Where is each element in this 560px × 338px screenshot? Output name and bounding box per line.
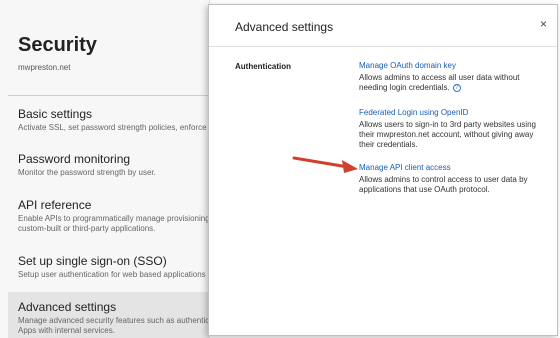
setting-desc-line: Allows admins to control access to user … — [359, 175, 528, 184]
setting-desc-line: Allows admins to access all user data wi… — [359, 73, 520, 82]
manage-api-client-access-link[interactable]: Manage API client access — [359, 163, 549, 173]
menu-item-api-reference[interactable]: API reference Enable APIs to programmati… — [8, 198, 210, 234]
menu-item-title: Set up single sign-on (SSO) — [18, 254, 167, 268]
dialog-title: Advanced settings — [235, 20, 334, 34]
section-label-authentication: Authentication — [235, 62, 291, 71]
menu-item-title: Advanced settings — [18, 300, 117, 314]
divider — [8, 95, 209, 96]
menu-item-desc: Manage advanced security features such a… — [18, 316, 210, 325]
menu-item-desc: Setup user authentication for web based … — [18, 270, 206, 279]
menu-item-advanced-settings[interactable]: Advanced settings Manage advanced securi… — [8, 292, 210, 338]
menu-item-basic-settings[interactable]: Basic settings Activate SSL, set passwor… — [8, 107, 209, 133]
red-arrow-icon — [292, 156, 358, 173]
setting-desc-line: Allows users to sign-in to 3rd party web… — [359, 120, 536, 129]
menu-item-sso[interactable]: Set up single sign-on (SSO) Setup user a… — [8, 254, 209, 280]
setting-api-client-access: Manage API client access Allows admins t… — [359, 163, 549, 195]
domain-label: mwpreston.net — [18, 63, 71, 72]
setting-desc: Allows admins to access all user data wi… — [359, 73, 549, 93]
menu-item-password-monitoring[interactable]: Password monitoring Monitor the password… — [8, 152, 209, 178]
menu-item-desc: Monitor the password strength by user. — [18, 168, 156, 177]
dialog-header: Advanced settings × — [209, 5, 557, 47]
close-button[interactable]: × — [540, 18, 547, 30]
setting-desc: Allows users to sign-in to 3rd party web… — [359, 120, 549, 150]
menu-item-title: Password monitoring — [18, 152, 131, 166]
manage-oauth-domain-key-link[interactable]: Manage OAuth domain key — [359, 61, 549, 71]
menu-item-desc: Activate SSL, set password strength poli… — [18, 123, 207, 132]
menu-item-desc: Enable APIs to programmatically manage p… — [18, 214, 210, 223]
federated-login-openid-link[interactable]: Federated Login using OpenID — [359, 108, 549, 118]
menu-item-desc: Apps with internal services. — [18, 326, 115, 335]
setting-federated-login: Federated Login using OpenID Allows user… — [359, 108, 549, 150]
setting-desc-line: their credentials. — [359, 140, 418, 149]
menu-item-desc: custom-built or third-party applications… — [18, 224, 156, 233]
setting-desc-line: their mwpreston.net account, without giv… — [359, 130, 534, 139]
setting-desc: Allows admins to control access to user … — [359, 175, 549, 195]
page-title: Security — [18, 34, 97, 56]
setting-desc-line: needing login credentials. — [359, 83, 450, 92]
menu-item-title: API reference — [18, 198, 92, 212]
setting-oauth-domain-key: Manage OAuth domain key Allows admins to… — [359, 61, 549, 93]
screenshot-frame: Security mwpreston.net Basic settings Ac… — [0, 0, 560, 338]
menu-item-title: Basic settings — [18, 107, 93, 121]
help-circle-icon[interactable]: ? — [452, 83, 461, 92]
security-page: Security mwpreston.net Basic settings Ac… — [0, 0, 210, 338]
setting-desc-line: applications that use OAuth protocol. — [359, 185, 490, 194]
advanced-settings-dialog: Advanced settings × Authentication Manag… — [208, 4, 558, 336]
